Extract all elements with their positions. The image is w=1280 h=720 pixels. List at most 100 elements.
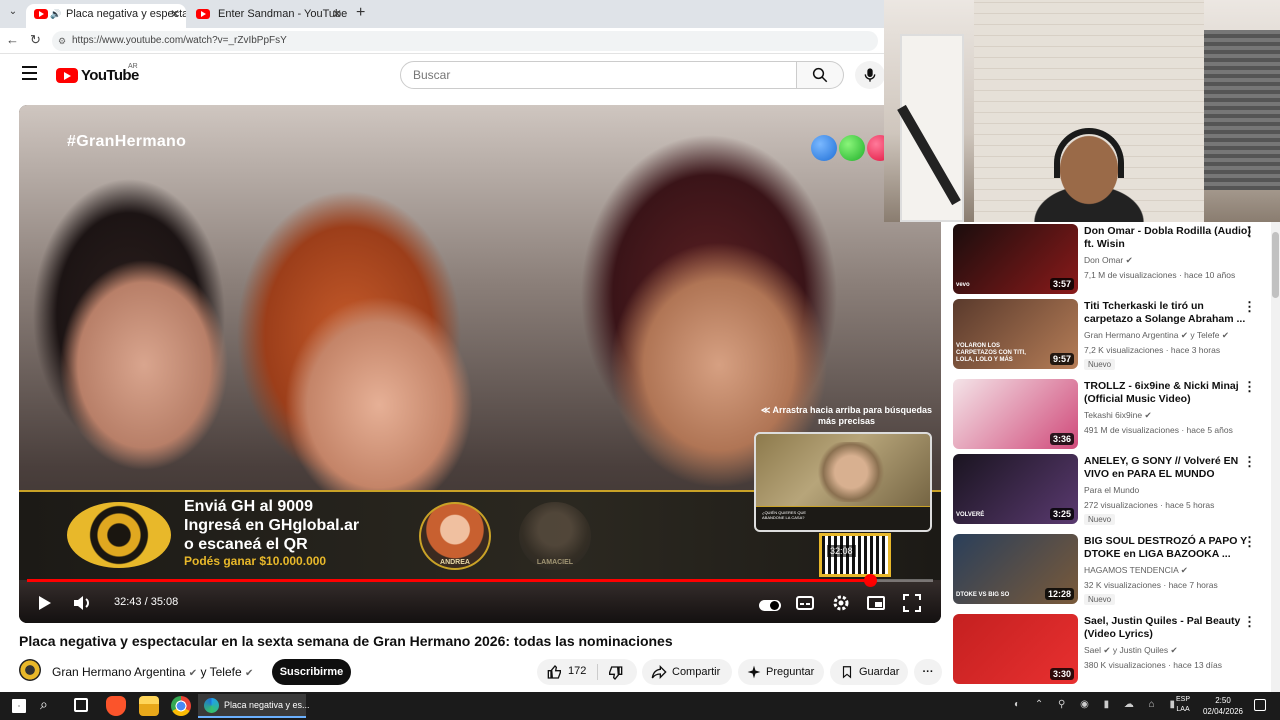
video-thumbnail[interactable]: 12:28 DTOKE VS BIG SO — [953, 534, 1078, 604]
system-clock[interactable]: 2:50 02/04/2026 — [1198, 695, 1248, 717]
brave-browser-icon[interactable] — [106, 696, 126, 716]
notifications-icon[interactable] — [1254, 699, 1266, 711]
recommended-channel[interactable]: HAGAMOS TENDENCIA — [1084, 565, 1178, 575]
play-icon[interactable] — [31, 591, 57, 615]
chrome-icon[interactable] — [171, 696, 191, 716]
more-options-icon[interactable]: ⋮ — [1243, 224, 1256, 240]
like-count[interactable]: 172 — [568, 665, 586, 677]
recommended-channel[interactable]: Sael — [1084, 645, 1101, 655]
subtitles-icon[interactable] — [792, 591, 818, 615]
hamburger-menu-icon[interactable] — [22, 66, 37, 80]
close-tab-icon[interactable]: ✕ — [170, 4, 180, 24]
recommended-channel-row[interactable]: Sael ✔ y Justin Quiles ✔ — [1084, 645, 1178, 656]
channel-avatar[interactable] — [19, 659, 41, 681]
tray-icons[interactable]: ◐ ⌃ ⚲ ◉ ▮ ☁ ⌂ ▮ — [1014, 699, 1181, 710]
more-options-icon[interactable]: ⋮ — [1243, 454, 1256, 470]
search-preview-card[interactable]: ¿QUIÉN QUIERES QUE ABANDONE LA CASA? — [754, 432, 932, 532]
tab-enter-sandman[interactable]: Enter Sandman - YouTube ✕ — [188, 4, 348, 28]
microphone-icon — [864, 68, 876, 82]
recommended-channel-row[interactable]: Para el Mundo — [1084, 485, 1139, 495]
more-icon: ··· — [922, 666, 934, 678]
bookmark-icon — [842, 666, 852, 679]
banner-prize: Podés ganar $10.000.000 — [184, 554, 327, 568]
recommended-meta: 32 K visualizaciones · hace 7 horas — [1084, 580, 1218, 590]
scrollbar-thumb[interactable] — [1272, 232, 1279, 298]
recommended-channel[interactable]: Gran Hermano Argentina — [1084, 330, 1179, 340]
video-player[interactable]: #GranHermano Enviá GH al 9009 Ingresá en… — [19, 105, 941, 623]
verified-icon: ✔ — [1180, 330, 1188, 340]
recommended-meta: 7,2 K visualizaciones · hace 3 horas — [1084, 345, 1221, 355]
recommended-video-item[interactable]: 12:28 DTOKE VS BIG SO BIG SOUL DESTROZÓ … — [953, 534, 1277, 606]
thumbnail-overlay-text: DTOKE VS BIG SO — [956, 592, 1010, 598]
channel-collab[interactable]: y Telefe — [200, 665, 241, 679]
thumbs-down-icon[interactable] — [607, 665, 623, 681]
more-actions-button[interactable]: ··· — [914, 659, 942, 685]
taskbar-active-window[interactable]: Placa negativa y es... — [198, 694, 310, 718]
recommended-title[interactable]: Sael, Justin Quiles - Pal Beauty (Video … — [1084, 615, 1254, 641]
recommended-channel-row[interactable]: Tekashi 6ix9ine ✔ — [1084, 410, 1152, 421]
recommended-title[interactable]: ANELEY, G SONY // Volveré EN VIVO en PAR… — [1084, 455, 1254, 481]
recommended-video-item[interactable]: 3:30 Sael, Justin Quiles - Pal Beauty (V… — [953, 614, 1277, 686]
recommended-title[interactable]: BIG SOUL DESTROZÓ A PAPO Y DTOKE en LIGA… — [1084, 535, 1254, 561]
verified-icon: ✔ — [1125, 255, 1133, 265]
more-options-icon[interactable]: ⋮ — [1243, 614, 1256, 630]
recommended-channel-2[interactable]: y Telefe — [1190, 330, 1219, 340]
recommended-channel[interactable]: Para el Mundo — [1084, 485, 1139, 495]
more-options-icon[interactable]: ⋮ — [1243, 534, 1256, 550]
tab-title: Enter Sandman - YouTube — [218, 8, 348, 20]
like-divider — [597, 664, 598, 680]
recommended-video-item[interactable]: 3:25 VOLVERÉ ANELEY, G SONY // Volveré E… — [953, 454, 1277, 526]
close-tab-icon[interactable]: ✕ — [332, 4, 342, 24]
url-field[interactable]: ⚙ https://www.youtube.com/watch?v=_rZvIb… — [52, 31, 878, 51]
drag-up-hint: ≪ Arrastra hacia arriba para búsquedas m… — [760, 405, 933, 426]
autoplay-toggle-icon[interactable] — [759, 600, 781, 611]
recommended-channel-row[interactable]: HAGAMOS TENDENCIA ✔ — [1084, 565, 1188, 576]
search-input[interactable]: Buscar — [400, 61, 797, 89]
recommended-title[interactable]: Don Omar - Dobla Rodilla (Audio) ft. Wis… — [1084, 225, 1254, 251]
new-tab-button[interactable]: + — [356, 4, 365, 22]
video-thumbnail[interactable]: 3:57 vevo — [953, 224, 1078, 294]
recommended-title[interactable]: TROLLZ - 6ix9ine & Nicki Minaj (Official… — [1084, 380, 1254, 406]
verified-icon: ✔ — [1144, 410, 1152, 420]
video-thumbnail[interactable]: 3:36 — [953, 379, 1078, 449]
subscribe-button[interactable]: Suscribirme — [272, 659, 351, 685]
recommended-video-item[interactable]: 9:57 VOLARON LOS CARPETAZOS CON TITI, LO… — [953, 299, 1277, 371]
youtube-favicon-icon — [34, 9, 48, 19]
video-thumbnail[interactable]: 9:57 VOLARON LOS CARPETAZOS CON TITI, LO… — [953, 299, 1078, 369]
fullscreen-icon[interactable] — [899, 591, 925, 615]
youtube-favicon-icon — [196, 9, 210, 19]
tab-list-button[interactable]: ⌄ — [4, 6, 22, 22]
recommended-channel-2[interactable]: y Justin Quiles — [1113, 645, 1168, 655]
settings-gear-icon[interactable] — [828, 591, 854, 615]
search-button[interactable] — [797, 61, 844, 89]
recommended-channel-row[interactable]: Gran Hermano Argentina ✔ y Telefe ✔ — [1084, 330, 1229, 341]
back-icon[interactable]: ← — [6, 32, 19, 47]
miniplayer-icon[interactable] — [863, 591, 889, 615]
recommended-channel-row[interactable]: Don Omar ✔ — [1084, 255, 1133, 266]
recommended-video-item[interactable]: 3:36 TROLLZ - 6ix9ine & Nicki Minaj (Off… — [953, 379, 1277, 451]
file-explorer-icon[interactable] — [139, 696, 159, 716]
voice-search-button[interactable] — [855, 61, 885, 89]
search-icon[interactable]: ⌕ — [40, 696, 48, 713]
recommended-title[interactable]: Titi Tcherkaski le tiró un carpetazo a S… — [1084, 300, 1254, 326]
volume-icon[interactable] — [69, 591, 95, 615]
site-info-icon[interactable]: ⚙ — [58, 31, 66, 51]
thumbs-up-icon[interactable] — [547, 664, 563, 680]
video-thumbnail[interactable]: 3:30 — [953, 614, 1078, 684]
reload-icon[interactable]: ↻ — [30, 32, 41, 48]
recommended-video-item[interactable]: 3:57 vevo Don Omar - Dobla Rodilla (Audi… — [953, 224, 1277, 296]
task-view-icon[interactable] — [74, 698, 88, 712]
recommended-channel[interactable]: Don Omar — [1084, 255, 1123, 265]
webcam-window — [1204, 30, 1280, 190]
more-options-icon[interactable]: ⋮ — [1243, 379, 1256, 395]
channel-name-row[interactable]: Gran Hermano Argentina ✔ y Telefe ✔ — [52, 665, 253, 679]
more-options-icon[interactable]: ⋮ — [1243, 299, 1256, 315]
tab-placa-negativa[interactable]: 🔊 Placa negativa y espectacular ✕ — [26, 4, 186, 28]
channel-name[interactable]: Gran Hermano Argentina — [52, 665, 185, 679]
keyboard-language[interactable]: ESP LAA — [1176, 695, 1190, 715]
video-title: Placa negativa y espectacular en la sext… — [19, 633, 673, 649]
recommended-channel[interactable]: Tekashi 6ix9ine — [1084, 410, 1142, 420]
video-thumbnail[interactable]: 3:25 VOLVERÉ — [953, 454, 1078, 524]
browser-tab-bar: ⌄ 🔊 Placa negativa y espectacular ✕ Ente… — [0, 0, 884, 28]
windows-start-icon[interactable] — [12, 699, 26, 713]
